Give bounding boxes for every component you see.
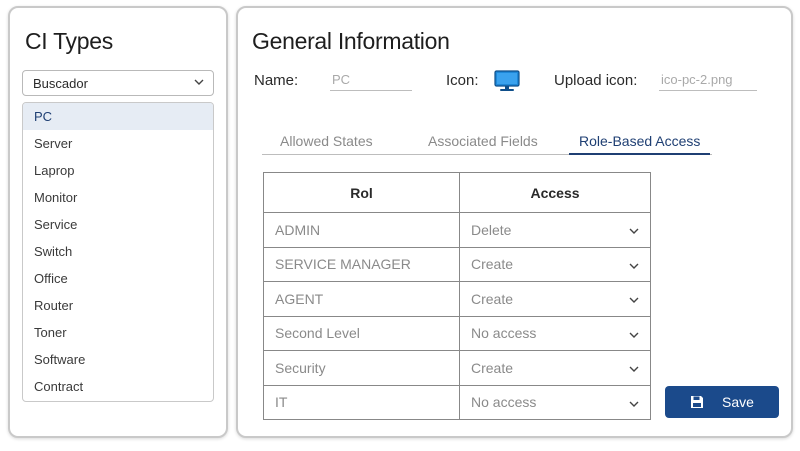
tab-allowed-states[interactable]: Allowed States	[280, 133, 373, 155]
role-cell: SERVICE MANAGER	[263, 246, 460, 282]
role-cell: IT	[263, 384, 460, 420]
chevron-down-icon	[629, 297, 639, 303]
table-header-row: Rol Access	[263, 172, 651, 213]
ci-type-item-laprop[interactable]: Laprop	[23, 157, 213, 184]
general-information-panel: General Information Name: PC Icon: Uploa…	[236, 6, 793, 438]
ci-type-list: PC Server Laprop Monitor Service Switch …	[22, 102, 214, 402]
upload-icon-label: Upload icon:	[554, 72, 638, 89]
tab-associated-fields[interactable]: Associated Fields	[428, 133, 538, 155]
ci-type-item-contract[interactable]: Contract	[23, 373, 213, 400]
upload-icon-field[interactable]: ico-pc-2.png	[659, 72, 757, 91]
column-header-access: Access	[459, 172, 651, 213]
ci-type-item-switch[interactable]: Switch	[23, 238, 213, 265]
ci-types-title: CI Types	[25, 28, 113, 54]
search-select[interactable]: Buscador	[22, 70, 214, 96]
access-value: Create	[471, 290, 514, 307]
column-header-rol: Rol	[263, 172, 460, 213]
ci-type-item-office[interactable]: Office	[23, 265, 213, 292]
general-information-title: General Information	[252, 28, 450, 54]
save-button[interactable]: Save	[665, 386, 779, 418]
role-cell: Second Level	[263, 315, 460, 351]
access-select[interactable]: No access	[459, 384, 651, 420]
access-select[interactable]: No access	[459, 315, 651, 351]
save-button-label: Save	[722, 394, 754, 410]
access-value: No access	[471, 394, 537, 411]
table-row: AGENT Create	[263, 281, 651, 317]
chevron-down-icon	[629, 332, 639, 338]
access-value: Delete	[471, 221, 512, 238]
table-row: ADMIN Delete	[263, 212, 651, 248]
access-select[interactable]: Create	[459, 281, 651, 317]
chevron-down-icon	[629, 366, 639, 372]
role-cell: ADMIN	[263, 212, 460, 248]
ci-type-item-pc[interactable]: PC	[23, 103, 213, 130]
chevron-down-icon	[629, 401, 639, 407]
table-row: Second Level No access	[263, 315, 651, 351]
ci-type-item-toner[interactable]: Toner	[23, 319, 213, 346]
access-value: Create	[471, 256, 514, 273]
access-select[interactable]: Create	[459, 246, 651, 282]
access-select[interactable]: Delete	[459, 212, 651, 248]
access-value: No access	[471, 325, 537, 342]
search-select-value: Buscador	[33, 76, 88, 91]
ci-type-item-monitor[interactable]: Monitor	[23, 184, 213, 211]
ci-types-panel: CI Types Buscador PC Server Laprop Monit…	[8, 6, 228, 438]
access-value: Create	[471, 359, 514, 376]
floppy-disk-icon	[691, 396, 704, 408]
chevron-down-icon	[629, 263, 639, 269]
table-row: SERVICE MANAGER Create	[263, 246, 651, 282]
ci-type-item-software[interactable]: Software	[23, 346, 213, 373]
tab-bar: Allowed States Associated Fields Role-Ba…	[262, 130, 712, 155]
ci-type-item-service[interactable]: Service	[23, 211, 213, 238]
chevron-down-icon	[194, 79, 204, 85]
name-label: Name:	[254, 72, 299, 89]
monitor-icon	[494, 70, 520, 91]
ci-type-item-server[interactable]: Server	[23, 130, 213, 157]
role-cell: Security	[263, 350, 460, 386]
tab-role-based-access[interactable]: Role-Based Access	[569, 133, 711, 155]
access-select[interactable]: Create	[459, 350, 651, 386]
table-row: IT No access	[263, 384, 651, 420]
table-row: Security Create	[263, 350, 651, 386]
name-field[interactable]: PC	[330, 72, 412, 91]
role-access-table: Rol Access ADMIN Delete SERVICE MANAGER …	[263, 172, 651, 420]
icon-label: Icon:	[446, 72, 479, 89]
chevron-down-icon	[629, 228, 639, 234]
role-cell: AGENT	[263, 281, 460, 317]
ci-type-item-router[interactable]: Router	[23, 292, 213, 319]
